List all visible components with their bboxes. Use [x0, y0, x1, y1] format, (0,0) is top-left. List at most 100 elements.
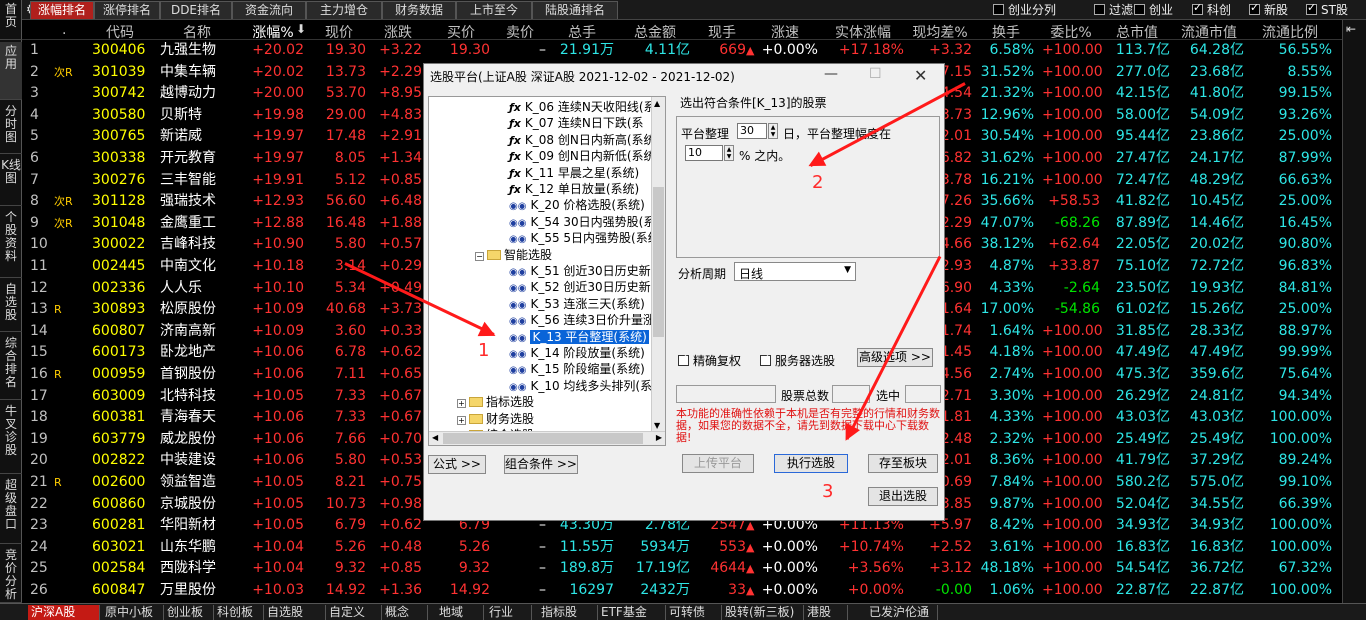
- table-row[interactable]: 26 600847 万里股份 +10.03 14.92 +1.36 14.92 – 16297 2…: [22, 580, 1366, 602]
- formula-tree[interactable]: ƒx K_06 连续N天收阳线(系 ƒx K_07 连续N日下跌(系 ƒx K_08 创N…: [428, 96, 666, 446]
- tree-item[interactable]: ƒx K_08 创N日内新高(系统: [509, 133, 656, 148]
- top-tab-0[interactable]: 涨幅排名: [30, 1, 94, 19]
- col-header-16[interactable]: 总市值: [1104, 22, 1170, 42]
- tree-item[interactable]: ƒx K_06 连续N天收阳线(系: [509, 100, 656, 115]
- bottom-tab-11[interactable]: 可转债: [666, 605, 722, 620]
- bottom-tab-1[interactable]: 原中小板: [102, 605, 164, 620]
- col-header-14[interactable]: 换手: [978, 22, 1034, 42]
- tree-item[interactable]: ƒx K_09 创N日内新低(系统: [509, 149, 656, 164]
- tree-item[interactable]: ƒx K_12 单日放量(系统): [509, 182, 639, 197]
- bottom-tab-5[interactable]: 自定义: [326, 605, 382, 620]
- col-header-18[interactable]: 流通比例: [1248, 22, 1332, 42]
- top-check-3[interactable]: 科创: [1192, 1, 1231, 17]
- col-header-3[interactable]: 涨幅%: [242, 22, 304, 42]
- bottom-tab-12[interactable]: 股转(新三板): [722, 605, 804, 620]
- top-check-1[interactable]: 过滤: [1094, 3, 1133, 17]
- tree-vscrollbar[interactable]: ▲ ▼: [651, 97, 665, 432]
- left-nav-8[interactable]: 超级盘口: [0, 476, 22, 544]
- col-header-12[interactable]: 实体涨幅: [822, 22, 904, 42]
- expand-toggle-icon[interactable]: +: [457, 415, 466, 425]
- tree-item[interactable]: + 财务选股: [457, 412, 534, 427]
- tree-item[interactable]: ◉◉ K_10 均线多头排列(系: [509, 379, 652, 395]
- tree-item[interactable]: ◉◉ K_20 价格选股(系统): [509, 198, 645, 214]
- left-nav-6[interactable]: 综合排名: [0, 334, 22, 400]
- col-header-5[interactable]: 涨跌: [374, 22, 422, 42]
- top-check-0[interactable]: 创业分列: [993, 3, 1056, 17]
- top-tab-3[interactable]: 资金流向: [232, 1, 306, 19]
- left-nav-2[interactable]: 分时图: [0, 102, 22, 154]
- combo-condition-button[interactable]: 组合条件 >>: [504, 455, 578, 474]
- top-tab-4[interactable]: 主力增仓: [306, 1, 382, 19]
- col-header-6[interactable]: 买价: [432, 22, 490, 42]
- left-nav-1[interactable]: 应用: [0, 42, 22, 100]
- exit-pick-button[interactable]: 退出选股: [868, 487, 938, 506]
- bottom-tab-2[interactable]: 创业板: [164, 605, 214, 620]
- save-to-block-button[interactable]: 存至板块: [868, 454, 938, 473]
- tree-item[interactable]: ◉◉ K_56 连续3日价升量涨: [509, 313, 655, 329]
- server-pick-checkbox[interactable]: 服务器选股: [760, 352, 835, 369]
- tree-item[interactable]: ◉◉ K_13 平台整理(系统): [509, 329, 649, 346]
- days-input[interactable]: 30: [737, 123, 767, 139]
- table-row[interactable]: 25 002584 西陇科学 +10.04 9.32 +0.85 9.32 –189.8万 17…: [22, 558, 1366, 580]
- bottom-tab-14[interactable]: 已发沪伦通: [866, 605, 938, 620]
- col-header-15[interactable]: 委比%: [1042, 22, 1100, 42]
- top-tab-2[interactable]: DDE排名: [160, 1, 232, 19]
- top-tab-1[interactable]: 涨停排名: [94, 1, 160, 19]
- left-nav-9[interactable]: 竞价分析: [0, 546, 22, 603]
- tree-item[interactable]: − 智能选股: [475, 248, 552, 263]
- tree-item[interactable]: ◉◉ K_14 阶段放量(系统): [509, 346, 645, 362]
- col-header-13[interactable]: 现均差%: [908, 22, 972, 42]
- col-header-11[interactable]: 涨速: [752, 22, 818, 42]
- right-scrollbar[interactable]: ⇤: [1342, 20, 1366, 603]
- tree-item[interactable]: ◉◉ K_51 创近30日历史新高: [509, 264, 663, 280]
- days-spinner[interactable]: ▲ ▼: [768, 123, 778, 139]
- bottom-tab-9[interactable]: 指标股: [538, 605, 598, 620]
- col-header-7[interactable]: 卖价: [494, 22, 546, 42]
- bottom-tab-10[interactable]: ETF基金: [598, 605, 666, 620]
- col-header-1[interactable]: 代码: [92, 22, 148, 42]
- top-check-4[interactable]: 新股: [1249, 1, 1288, 17]
- range-spinner[interactable]: ▲ ▼: [724, 145, 734, 161]
- top-tab-6[interactable]: 上市至今: [456, 1, 532, 19]
- minimize-icon[interactable]: —: [824, 66, 838, 82]
- bottom-tab-8[interactable]: 行业: [486, 605, 532, 620]
- expand-toggle-icon[interactable]: +: [457, 399, 466, 409]
- bottom-tab-13[interactable]: 港股: [804, 605, 848, 620]
- bottom-tab-3[interactable]: 科创板: [214, 605, 264, 620]
- tree-item[interactable]: ƒx K_07 连续N日下跌(系: [509, 116, 644, 131]
- top-check-2[interactable]: 创业: [1134, 3, 1173, 17]
- tree-item[interactable]: ƒx K_11 早晨之星(系统): [509, 166, 639, 181]
- left-nav-4[interactable]: 个股资料: [0, 208, 22, 278]
- range-input[interactable]: 10: [685, 145, 723, 161]
- table-row[interactable]: 1 300406 九强生物 +20.02 19.30 +3.22 19.30 –21.91万 4…: [22, 40, 1366, 62]
- table-row[interactable]: 24 603021 山东华鹏 +10.04 5.26 +0.48 5.26 –11.55万 59…: [22, 537, 1366, 559]
- collapse-toggle-icon[interactable]: −: [475, 251, 484, 261]
- tree-item[interactable]: ◉◉ K_54 30日内强势股(系统: [509, 215, 665, 231]
- top-tab-5[interactable]: 财务数据: [382, 1, 456, 19]
- col-header-10[interactable]: 现手: [698, 22, 746, 42]
- maximize-icon[interactable]: ☐: [869, 66, 882, 82]
- col-header-2[interactable]: 名称: [160, 22, 234, 42]
- left-nav-0[interactable]: 首页: [0, 0, 22, 40]
- close-icon[interactable]: ✕: [914, 66, 927, 85]
- upload-platform-button[interactable]: 上传平台: [682, 454, 754, 473]
- bottom-tab-7[interactable]: 地域: [436, 605, 484, 620]
- top-tab-7[interactable]: 陆股通排名: [532, 1, 618, 19]
- tree-item[interactable]: + 指标选股: [457, 395, 534, 410]
- advanced-options-button[interactable]: 高级选项 >>: [857, 348, 933, 367]
- collapse-icon[interactable]: ⇤: [1346, 22, 1362, 38]
- bottom-tab-4[interactable]: 自选股: [264, 605, 326, 620]
- col-header-8[interactable]: 总手: [550, 22, 614, 42]
- period-select[interactable]: 日线 ▼: [734, 262, 856, 281]
- exact-fuquan-checkbox[interactable]: 精确复权: [678, 352, 741, 369]
- tree-item[interactable]: ◉◉ K_15 阶段缩量(系统): [509, 362, 645, 378]
- col-header-9[interactable]: 总金额: [620, 22, 690, 42]
- top-check-5[interactable]: ST股: [1306, 1, 1348, 17]
- tree-hscrollbar[interactable]: ◀ ▶: [429, 431, 665, 445]
- formula-button[interactable]: 公式 >>: [428, 455, 486, 474]
- bottom-tab-0[interactable]: 沪深A股: [28, 605, 100, 620]
- left-nav-5[interactable]: 自选股: [0, 280, 22, 332]
- execute-pick-button[interactable]: 执行选股: [774, 454, 848, 473]
- col-header-17[interactable]: 流通市值: [1174, 22, 1244, 42]
- left-nav-3[interactable]: K线图: [0, 156, 22, 206]
